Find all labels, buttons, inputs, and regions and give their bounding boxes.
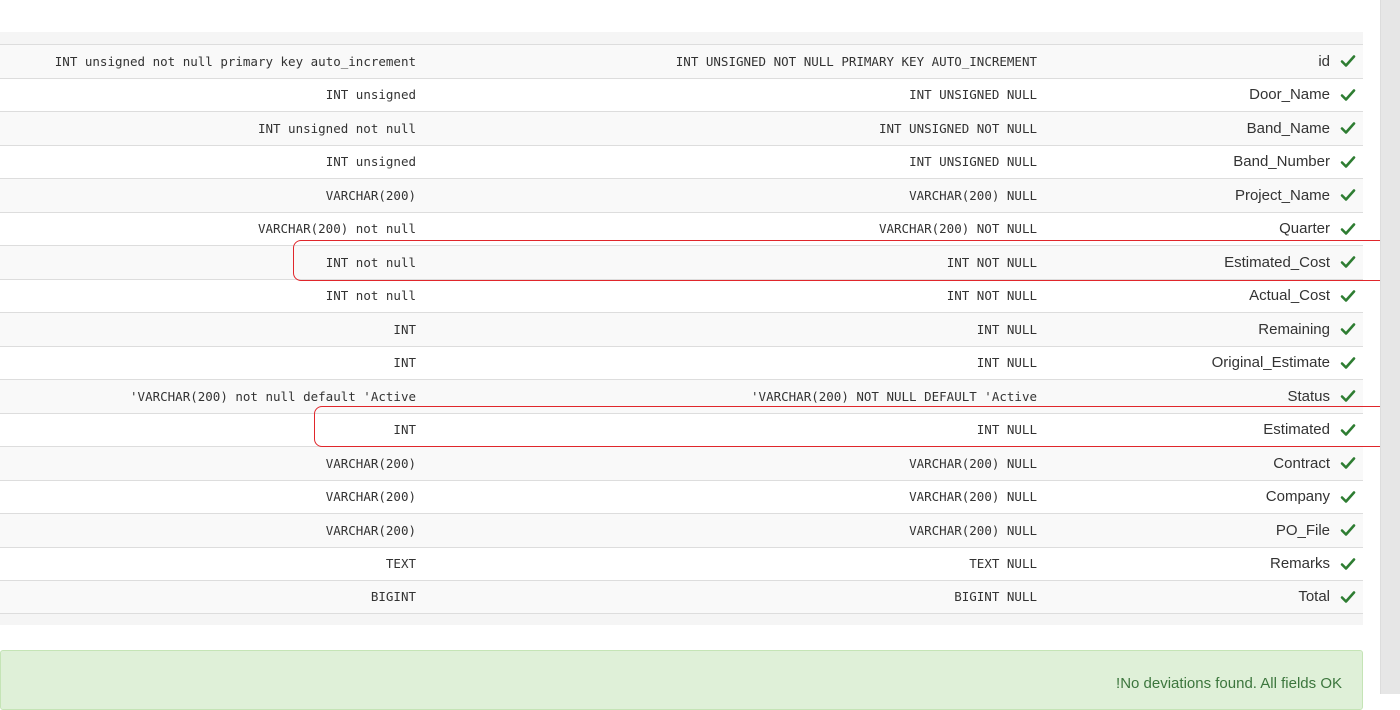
field-sql: INT NULL (976, 355, 1037, 371)
field-name: Contract (1273, 454, 1330, 472)
table-row: INT unsigned not null INT UNSIGNED NOT NU… (0, 111, 1363, 145)
field-sql: 'VARCHAR(200) NOT NULL DEFAULT 'Active (751, 388, 1037, 404)
check-icon (1338, 280, 1358, 313)
field-name: Band_Name (1246, 119, 1330, 137)
field-definition: INT (393, 422, 416, 438)
field-sql: BIGINT NULL (954, 589, 1037, 605)
field-definition: INT (393, 321, 416, 337)
field-name: Quarter (1279, 220, 1330, 238)
table-row: BIGINT BIGINT NULL Total (0, 580, 1363, 614)
field-definition: INT unsigned not null primary key auto_i… (54, 53, 416, 69)
field-comparison-table: INT unsigned not null primary key auto_i… (0, 44, 1363, 614)
field-definition: INT unsigned (325, 154, 416, 170)
table-row: VARCHAR(200) VARCHAR(200) NULL Project_Nam… (0, 178, 1363, 212)
field-definition: VARCHAR(200) not null (257, 221, 416, 237)
field-name: Remaining (1258, 320, 1330, 338)
vertical-scrollbar[interactable] (1380, 0, 1400, 694)
alert-message: !No deviations found. All fields OK (1116, 675, 1342, 692)
check-icon (1338, 347, 1358, 380)
check-icon (1338, 514, 1358, 547)
field-sql: VARCHAR(200) NULL (909, 522, 1037, 538)
field-definition: VARCHAR(200) (325, 455, 416, 471)
field-definition: BIGINT (370, 589, 416, 605)
field-sql: INT UNSIGNED NOT NULL (878, 120, 1037, 136)
field-definition: 'VARCHAR(200) not null default 'Active (130, 388, 416, 404)
field-sql: VARCHAR(200) NULL (909, 187, 1037, 203)
field-definition: INT unsigned not null (257, 120, 416, 136)
field-definition: INT not null (325, 254, 416, 270)
field-definition: INT not null (325, 288, 416, 304)
check-icon (1338, 414, 1358, 447)
check-icon (1338, 179, 1358, 212)
field-sql: INT UNSIGNED NULL (909, 154, 1037, 170)
check-icon (1338, 246, 1358, 279)
field-sql: TEXT NULL (969, 556, 1037, 572)
table-row: 'VARCHAR(200) not null default 'Active 'V… (0, 379, 1363, 413)
check-icon (1338, 447, 1358, 480)
check-icon (1338, 313, 1358, 346)
check-icon (1338, 481, 1358, 514)
field-sql: INT NULL (976, 321, 1037, 337)
field-name: Remarks (1269, 555, 1330, 573)
field-name: Door_Name (1249, 86, 1330, 104)
check-icon (1338, 548, 1358, 581)
field-sql: VARCHAR(200) NOT NULL (878, 221, 1037, 237)
check-icon (1338, 213, 1358, 246)
field-sql: INT UNSIGNED NULL (909, 87, 1037, 103)
table-row: TEXT TEXT NULL Remarks (0, 546, 1363, 581)
check-icon (1338, 146, 1358, 179)
check-icon (1338, 380, 1358, 413)
field-sql: VARCHAR(200) NULL (909, 489, 1037, 505)
table-row: VARCHAR(200) VARCHAR(200) NULL Company (0, 479, 1363, 514)
table-row: VARCHAR(200) not null VARCHAR(200) NOT NU… (0, 211, 1363, 246)
field-name: Original_Estimate (1211, 354, 1330, 372)
table-row: INT not null INT NOT NULL Actual_Cost (0, 278, 1363, 313)
table-row: INT INT NULL Original_Estimate (0, 345, 1363, 380)
check-icon (1338, 45, 1358, 78)
field-definition: VARCHAR(200) (325, 522, 416, 538)
field-name: Project_Name (1234, 186, 1330, 204)
field-definition: VARCHAR(200) (325, 187, 416, 203)
table-row: INT unsigned INT UNSIGNED NULL Band_Number (0, 144, 1363, 179)
table-row: VARCHAR(200) VARCHAR(200) NULL Contract (0, 446, 1363, 480)
table-row: INT unsigned INT UNSIGNED NULL Door_Name (0, 77, 1363, 112)
field-definition: VARCHAR(200) (325, 489, 416, 505)
field-sql: VARCHAR(200) NULL (909, 455, 1037, 471)
field-name: Actual_Cost (1249, 287, 1330, 305)
table-row: INT INT NULL Remaining (0, 312, 1363, 346)
field-name: Estimated_Cost (1224, 253, 1330, 271)
success-alert: !No deviations found. All fields OK (0, 650, 1363, 710)
field-definition: INT (393, 355, 416, 371)
check-icon (1338, 79, 1358, 112)
field-name: id (1318, 52, 1330, 70)
field-sql: INT UNSIGNED NOT NULL PRIMARY KEY AUTO_I… (675, 53, 1037, 69)
field-name: Estimated (1263, 421, 1330, 439)
table-row: VARCHAR(200) VARCHAR(200) NULL PO_File (0, 513, 1363, 547)
field-definition: INT unsigned (325, 87, 416, 103)
field-name: Total (1298, 588, 1330, 606)
table-row: INT INT NULL Estimated (0, 412, 1363, 447)
field-name: PO_File (1275, 521, 1330, 539)
field-name: Status (1287, 387, 1330, 405)
check-icon (1338, 581, 1358, 613)
field-sql: INT NULL (976, 422, 1037, 438)
field-sql: INT NOT NULL (946, 288, 1037, 304)
field-name: Band_Number (1233, 153, 1330, 171)
table-row: INT unsigned not null primary key auto_i… (0, 44, 1363, 78)
field-name: Company (1265, 488, 1330, 506)
field-sql: INT NOT NULL (946, 254, 1037, 270)
check-icon (1338, 112, 1358, 145)
table-row: INT not null INT NOT NULL Estimated_Cost (0, 245, 1363, 279)
field-definition: TEXT (385, 556, 416, 572)
